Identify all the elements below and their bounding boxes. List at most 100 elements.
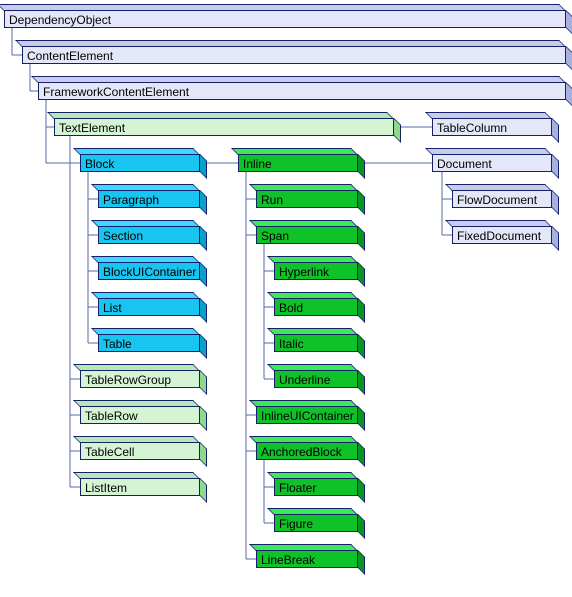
node-front-face: Span	[256, 226, 358, 244]
class-node-List: List	[98, 292, 206, 316]
class-label: FixedDocument	[457, 229, 541, 243]
node-side-face	[200, 370, 207, 395]
class-node-AnchoredBlock: AnchoredBlock	[256, 436, 364, 460]
class-node-FlowDocument: FlowDocument	[452, 184, 558, 208]
node-side-face	[552, 226, 559, 251]
class-label: Bold	[279, 301, 303, 315]
node-top-face	[249, 400, 358, 407]
class-label: Run	[261, 193, 283, 207]
node-front-face: LineBreak	[256, 550, 358, 568]
node-side-face	[200, 190, 207, 215]
class-node-Inline: Inline	[238, 148, 364, 172]
class-label: AnchoredBlock	[261, 445, 342, 459]
node-front-face: Run	[256, 190, 358, 208]
node-top-face	[91, 256, 200, 263]
node-top-face	[267, 256, 358, 263]
node-top-face	[47, 112, 394, 119]
class-node-TableRowGroup: TableRowGroup	[80, 364, 206, 388]
node-top-face	[425, 148, 552, 155]
node-side-face	[358, 406, 365, 431]
node-front-face: BlockUIContainer	[98, 262, 200, 280]
class-node-Italic: Italic	[274, 328, 364, 352]
connector-lines	[0, 0, 572, 597]
node-side-face	[566, 82, 572, 107]
class-node-LineBreak: LineBreak	[256, 544, 364, 568]
node-front-face: Block	[80, 154, 200, 172]
node-top-face	[73, 400, 200, 407]
node-front-face: FrameworkContentElement	[38, 82, 566, 100]
class-node-InlineUIContainer: InlineUIContainer	[256, 400, 364, 424]
node-front-face: InlineUIContainer	[256, 406, 358, 424]
node-front-face: Paragraph	[98, 190, 200, 208]
node-top-face	[91, 328, 200, 335]
node-front-face: DependencyObject	[4, 10, 566, 28]
node-top-face	[73, 148, 200, 155]
node-side-face	[552, 190, 559, 215]
class-node-Figure: Figure	[274, 508, 364, 532]
node-side-face	[358, 226, 365, 251]
node-side-face	[200, 154, 207, 179]
node-front-face: TableColumn	[432, 118, 552, 136]
class-label: TableCell	[85, 445, 134, 459]
node-front-face: List	[98, 298, 200, 316]
node-front-face: AnchoredBlock	[256, 442, 358, 460]
node-top-face	[267, 508, 358, 515]
class-label: Figure	[279, 517, 313, 531]
class-label: InlineUIContainer	[261, 409, 354, 423]
class-node-TableRow: TableRow	[80, 400, 206, 424]
node-front-face: FixedDocument	[452, 226, 552, 244]
class-node-Block: Block	[80, 148, 206, 172]
node-side-face	[200, 262, 207, 287]
node-side-face	[358, 514, 365, 539]
node-side-face	[358, 370, 365, 395]
node-top-face	[445, 184, 552, 191]
node-top-face	[31, 76, 566, 83]
node-side-face	[358, 334, 365, 359]
node-front-face: Table	[98, 334, 200, 352]
class-label: Document	[437, 157, 492, 171]
node-front-face: ListItem	[80, 478, 200, 496]
class-label: Block	[85, 157, 114, 171]
node-front-face: Floater	[274, 478, 358, 496]
node-side-face	[200, 406, 207, 431]
node-top-face	[73, 472, 200, 479]
node-front-face: Inline	[238, 154, 358, 172]
class-label: BlockUIContainer	[103, 265, 196, 279]
node-side-face	[358, 550, 365, 575]
node-top-face	[267, 364, 358, 371]
node-top-face	[249, 436, 358, 443]
class-label: FlowDocument	[457, 193, 537, 207]
class-label: Paragraph	[103, 193, 159, 207]
class-node-BlockUIContainer: BlockUIContainer	[98, 256, 206, 280]
node-side-face	[358, 478, 365, 503]
node-side-face	[200, 334, 207, 359]
class-node-TableCell: TableCell	[80, 436, 206, 460]
class-label: LineBreak	[261, 553, 315, 567]
class-node-Span: Span	[256, 220, 364, 244]
class-node-Bold: Bold	[274, 292, 364, 316]
node-side-face	[200, 442, 207, 467]
node-top-face	[73, 364, 200, 371]
class-node-Paragraph: Paragraph	[98, 184, 206, 208]
class-node-DependencyObject: DependencyObject	[4, 4, 572, 28]
node-top-face	[91, 292, 200, 299]
node-front-face: TableRow	[80, 406, 200, 424]
class-hierarchy-diagram: DependencyObjectContentElementFrameworkC…	[0, 0, 572, 597]
node-side-face	[200, 298, 207, 323]
class-label: Section	[103, 229, 143, 243]
node-top-face	[15, 40, 566, 47]
node-top-face	[0, 4, 566, 11]
node-top-face	[91, 184, 200, 191]
node-top-face	[267, 472, 358, 479]
node-front-face: TextElement	[54, 118, 394, 136]
class-label: DependencyObject	[9, 13, 111, 27]
node-front-face: Bold	[274, 298, 358, 316]
class-node-Section: Section	[98, 220, 206, 244]
class-node-ListItem: ListItem	[80, 472, 206, 496]
class-label: FrameworkContentElement	[43, 85, 189, 99]
class-label: Inline	[243, 157, 272, 171]
class-label: ListItem	[85, 481, 127, 495]
class-node-TextElement: TextElement	[54, 112, 400, 136]
class-node-FrameworkContentElement: FrameworkContentElement	[38, 76, 572, 100]
class-label: Span	[261, 229, 289, 243]
